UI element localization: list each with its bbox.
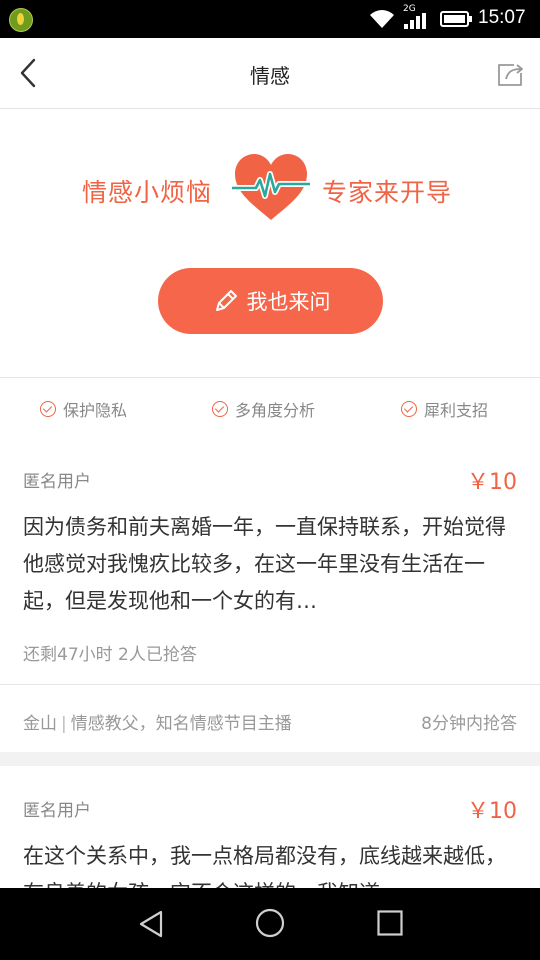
check-circle-icon (212, 401, 228, 417)
feature-strip: 保护隐私 多角度分析 犀利支招 (0, 377, 540, 439)
separator: | (61, 714, 67, 734)
asker-name: 匿名用户 (23, 801, 91, 821)
slogan-right: 专家来开导 (322, 178, 453, 207)
divider (0, 684, 540, 685)
question-text: 在这个关系中，我一点格局都没有，底线越来越低，有良善的女孩，它不会这样的，我知道 (23, 844, 506, 888)
app-header: 情感 (0, 38, 540, 109)
feature-label: 犀利支招 (424, 401, 489, 420)
question-text: 因为债务和前夫离婚一年，一直保持联系，开始觉得他感觉对我愧疚比较多，在这一年里没… (23, 515, 506, 613)
ask-question-button[interactable]: 我也来问 (158, 268, 383, 334)
slogan-left: 情感小烦恼 (82, 178, 213, 207)
heart-pulse-icon (232, 154, 310, 220)
question-card[interactable]: 匿名用户 ￥10 在这个关系中，我一点格局都没有，底线越来越低，有良善的女孩，它… (0, 766, 540, 888)
status-bar: 2G 15:07 (0, 0, 540, 38)
share-icon[interactable] (496, 59, 526, 89)
feature-label: 保护隐私 (63, 401, 128, 420)
question-card[interactable]: 匿名用户 ￥10 因为债务和前夫离婚一年，一直保持联系，开始觉得他感觉对我愧疚比… (0, 438, 540, 752)
hero-banner: 情感小烦恼 专家来开导 我也来问 (0, 109, 540, 377)
feature-item: 保护隐私 (40, 397, 127, 421)
nav-recent-apps-icon[interactable] (377, 910, 403, 936)
question-meta: 还剩47小时 2人已抢答 (23, 645, 197, 665)
expert-title: 情感教父，知名情感节目主播 (70, 714, 292, 734)
check-circle-icon (401, 401, 417, 417)
feature-label: 多角度分析 (235, 401, 316, 420)
page-title: 情感 (250, 64, 290, 88)
feature-item: 犀利支招 (401, 397, 488, 421)
nav-back-icon[interactable] (137, 909, 165, 939)
reward-price: ￥10 (467, 470, 517, 495)
pencil-icon (215, 290, 237, 311)
ask-button-label: 我也来问 (246, 290, 331, 314)
system-nav-bar (0, 888, 540, 960)
card-separator (0, 752, 540, 766)
check-circle-icon (40, 401, 56, 417)
clock: 15:07 (478, 7, 526, 28)
asker-name: 匿名用户 (23, 472, 91, 492)
expert-name: 金山 (23, 714, 57, 734)
battery-icon (440, 11, 472, 27)
reward-price: ￥10 (467, 799, 517, 824)
wifi-icon (370, 10, 394, 28)
app-notification-icon (9, 8, 33, 32)
expert-info[interactable]: 金山 | 情感教父，知名情感节目主播 (23, 709, 292, 734)
nav-home-icon[interactable] (255, 908, 285, 938)
answer-time: 8分钟内抢答 (421, 714, 517, 734)
signal-icon (404, 13, 426, 29)
feature-item: 多角度分析 (212, 397, 315, 421)
